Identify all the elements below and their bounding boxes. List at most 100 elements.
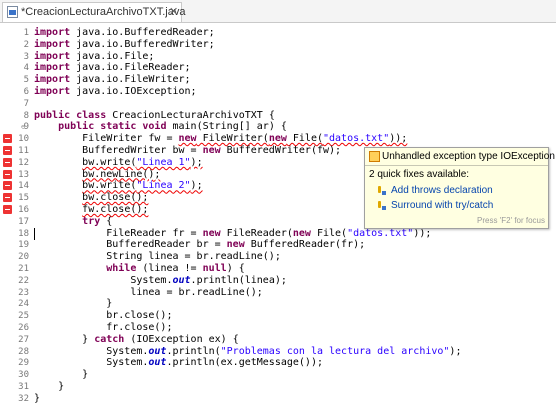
code-text: FileWriter fw = new FileWriter(new File(… [34, 133, 407, 145]
error-marker-icon[interactable] [3, 146, 12, 155]
code-token: BufferedWriter bw = [34, 145, 203, 156]
code-token: new [292, 227, 311, 239]
code-text: import java.io.FileReader; [34, 62, 191, 74]
code-token: CreacionLecturaArchivoTXT { [112, 109, 275, 121]
java-file-icon [7, 6, 18, 18]
code-line[interactable]: 28 System.out.println("Problemas con la … [0, 346, 556, 358]
code-token: new [202, 227, 221, 239]
code-token: fw.close(); [82, 204, 149, 215]
code-text: } [34, 381, 64, 393]
code-token: bw.newLine(); [82, 168, 161, 180]
code-text: String linea = br.readLine(); [34, 251, 281, 263]
code-token: .println(ex.getMessage()); [166, 357, 323, 369]
code-line[interactable]: 21 while (linea != null) { [0, 263, 556, 275]
code-line[interactable]: 20 String linea = br.readLine(); [0, 251, 556, 263]
quick-fix-count: 2 quick fixes available: [369, 169, 470, 180]
code-token: new [268, 133, 287, 145]
code-text: while (linea != null) { [34, 263, 245, 275]
code-line[interactable]: 7 [0, 98, 556, 110]
code-token: "datos.txt" [323, 133, 390, 145]
code-line[interactable]: 27 } catch (IOException ex) { [0, 334, 556, 346]
code-text: } [34, 369, 88, 381]
fix-label: Surround with try/catch [391, 200, 494, 211]
code-token: (linea != [136, 263, 203, 274]
error-marker-icon[interactable] [3, 157, 12, 167]
code-token: FileReader( [220, 227, 293, 239]
code-line[interactable]: 4 import java.io.FileReader; [0, 62, 556, 74]
code-text: br.close(); [34, 310, 172, 322]
code-text: import java.io.IOException; [34, 86, 197, 98]
code-line[interactable]: 2 import java.io.BufferedWriter; [0, 39, 556, 51]
line-number: 32 [18, 393, 29, 404]
code-token: BufferedReader br = [34, 239, 227, 251]
code-token: fr.close(); [34, 322, 173, 333]
line-number: 6 [23, 87, 29, 97]
error-marker-icon[interactable] [3, 169, 12, 179]
code-line[interactable]: 6 import java.io.IOException; [0, 86, 556, 98]
line-number: 25 [18, 311, 29, 322]
code-text: bw.write("Linea 2"); [34, 180, 203, 192]
code-text: bw.newLine(); [34, 169, 160, 181]
code-line[interactable]: 31 } [0, 381, 556, 393]
code-line[interactable]: 23 linea = br.readLine(); [0, 287, 556, 299]
error-marker-icon[interactable] [3, 181, 12, 191]
code-token: ); [190, 180, 203, 192]
code-line[interactable]: 3 import java.io.File; [0, 51, 556, 63]
line-number: 13 [18, 169, 29, 180]
line-number: 14 [18, 181, 29, 192]
code-token: bw.write( [82, 156, 137, 168]
code-line[interactable]: 30 } [0, 369, 556, 381]
hover-title: Unhandled exception type IOException [382, 151, 555, 162]
code-line[interactable]: ⊖ 9 public static void main(String[] ar) … [0, 121, 556, 133]
code-text: fr.close(); [34, 322, 172, 334]
error-marker-icon[interactable] [3, 205, 12, 214]
code-line[interactable]: 24 } [0, 298, 556, 310]
line-number: 30 [18, 370, 29, 381]
code-line[interactable]: 26 fr.close(); [0, 322, 556, 334]
code-text: } [34, 298, 112, 310]
line-number: 11 [18, 146, 29, 156]
line-number: 15 [18, 193, 29, 204]
error-marker-icon[interactable] [3, 134, 12, 144]
code-token: try [82, 215, 101, 227]
line-number: 8 [23, 110, 29, 121]
code-text: BufferedWriter bw = new BufferedWriter(f… [34, 145, 341, 157]
line-number: 2 [23, 39, 29, 50]
code-line[interactable]: 8 public class CreacionLecturaArchivoTXT … [0, 110, 556, 122]
line-number: 27 [18, 334, 29, 345]
line-number: 28 [18, 346, 29, 357]
code-line[interactable]: 1 import java.io.BufferedReader; [0, 27, 556, 39]
code-line[interactable]: 25 br.close(); [0, 310, 556, 322]
code-token: } [34, 381, 65, 392]
code-token: import [34, 62, 77, 74]
code-line[interactable]: 19 BufferedReader br = new BufferedReade… [0, 239, 556, 251]
code-line[interactable]: 29 System.out.println(ex.getMessage()); [0, 357, 556, 369]
code-token: java.io.IOException; [76, 86, 197, 97]
code-token: ); [449, 345, 462, 357]
code-token: "Linea 2" [136, 180, 191, 192]
editor-tab[interactable]: *CreacionLecturaArchivoTXT.java ✕ [2, 2, 185, 22]
quick-fix-icon [377, 201, 387, 211]
code-token: java.io.FileWriter; [76, 74, 191, 86]
code-text: } [34, 393, 40, 405]
error-marker-icon[interactable] [3, 193, 12, 203]
code-text: import java.io.BufferedReader; [34, 27, 215, 39]
line-number: 9 [23, 122, 29, 133]
code-line[interactable]: 32} [0, 393, 556, 405]
code-token: br.close(); [34, 310, 173, 322]
close-tab-icon[interactable]: ✕ [169, 5, 178, 18]
line-number: 23 [18, 287, 29, 298]
code-token: FileWriter fw = [34, 133, 179, 145]
code-token: out [172, 274, 191, 286]
code-token: out [148, 357, 167, 369]
code-text: import java.io.BufferedWriter; [34, 39, 215, 51]
code-token: import [34, 74, 77, 86]
code-line[interactable]: 18 FileReader fr = new FileReader(new Fi… [0, 227, 556, 240]
code-line[interactable]: 22 System.out.println(linea); [0, 275, 556, 287]
line-number: 20 [18, 252, 29, 263]
code-token: main(String[] ar) { [172, 121, 287, 133]
code-line[interactable]: 5 import java.io.FileWriter; [0, 74, 556, 86]
code-line[interactable]: 10 FileWriter fw = new FileWriter(new Fi… [0, 133, 556, 145]
